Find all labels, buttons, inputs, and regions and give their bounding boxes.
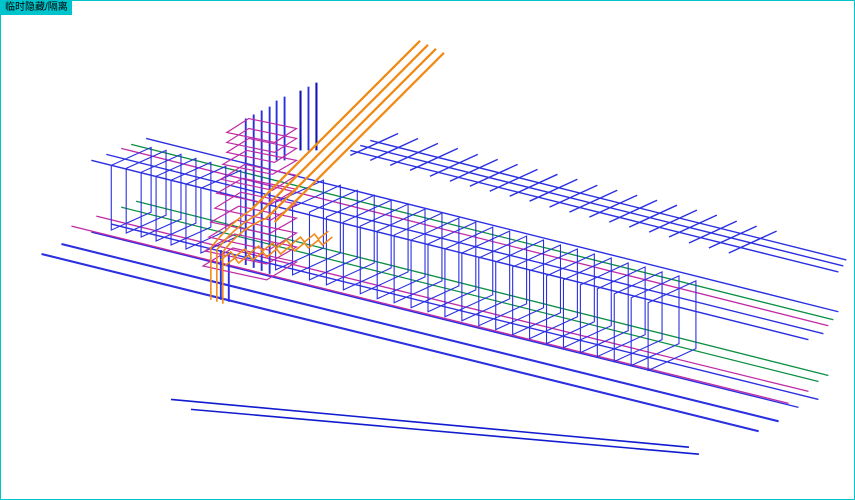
model-viewport[interactable] [1,1,854,499]
viewport-frame: 临时隐藏/隔离 [0,0,855,500]
beam-bottom-longitudinal-bars [42,201,829,431]
beam-top-longitudinal-bars [91,138,846,339]
rebar-model-svg [1,1,854,499]
foreground-bottom-bar [171,399,699,454]
